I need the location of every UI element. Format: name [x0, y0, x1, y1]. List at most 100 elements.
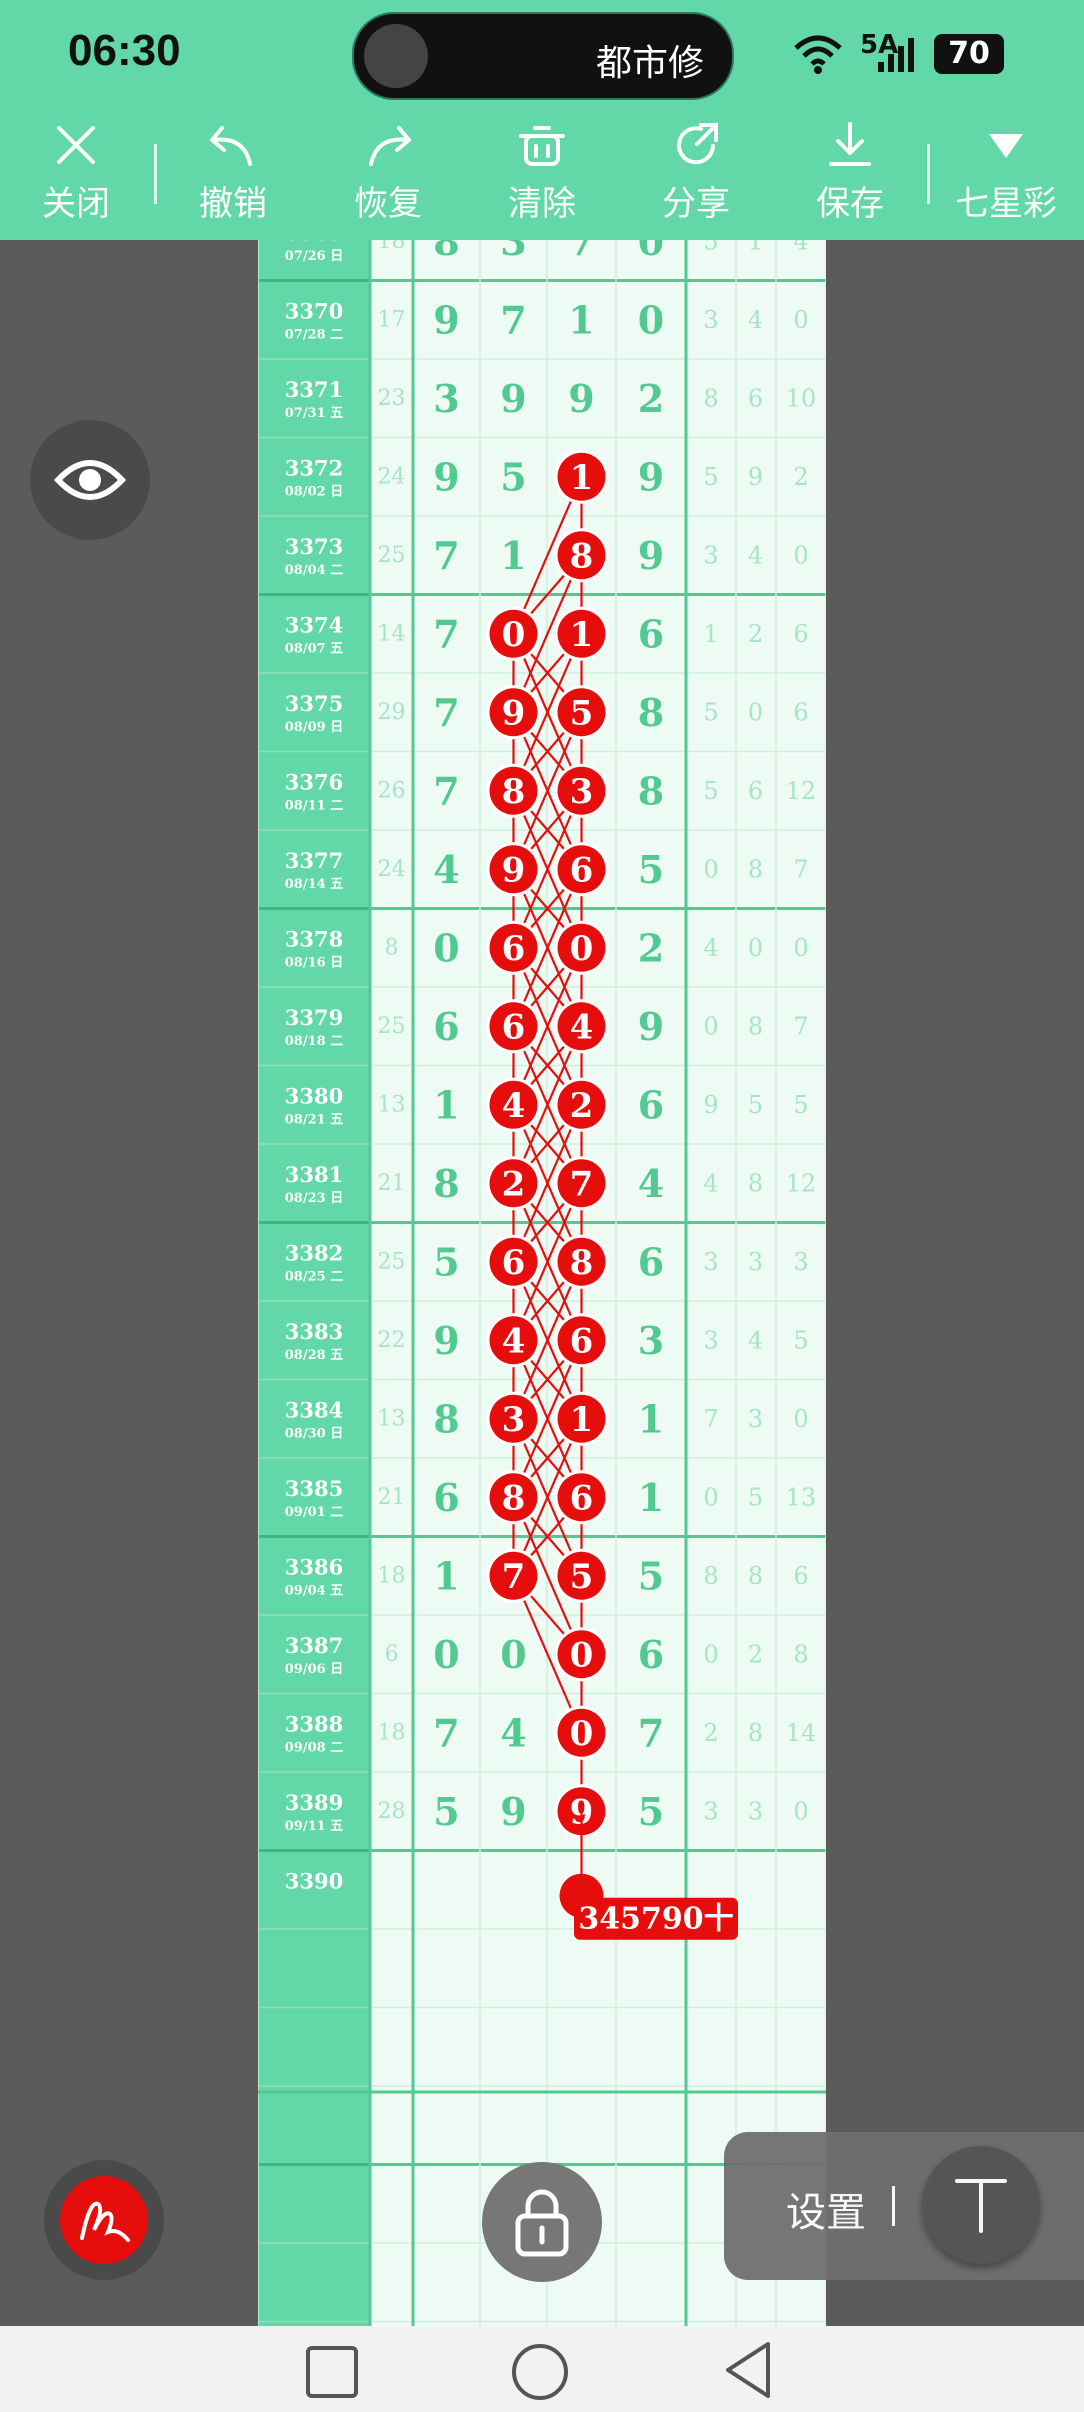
save-button[interactable]: 保存 [790, 110, 910, 240]
issue-number: 3375 [285, 691, 343, 716]
circled-digit: 2 [502, 1164, 526, 1204]
digit-cell: 9 [568, 376, 594, 421]
share-button[interactable]: 分享 [636, 110, 756, 240]
digit-cell: 7 [433, 533, 459, 578]
redo-button[interactable]: 恢复 [328, 110, 448, 240]
clear-button[interactable]: 清除 [482, 110, 602, 240]
issue-number: 3371 [285, 377, 343, 402]
lottery-trend-chart[interactable]: 336907/26 日188370514337007/28 二179710340… [258, 240, 826, 2326]
issue-date: 08/23 日 [285, 1191, 343, 1206]
sum-value: 22 [378, 1328, 406, 1353]
issue-date: 09/06 日 [285, 1662, 343, 1677]
digit-cell: 1 [568, 297, 594, 342]
extra-stat: 4 [748, 1326, 763, 1354]
triangle-down-icon [989, 134, 1023, 158]
circled-digit: 9 [502, 693, 526, 733]
settings-button[interactable]: 设置 [786, 2180, 866, 2238]
issue-date: 09/11 五 [285, 1819, 343, 1834]
digit-cell: 9 [500, 376, 526, 421]
eye-button[interactable] [30, 420, 150, 540]
sum-value: 14 [378, 621, 406, 646]
digit-cell: 9 [433, 1318, 459, 1363]
trend-grid[interactable]: 336907/26 日188370514337007/28 二179710340… [258, 240, 826, 2326]
digit-cell: 9 [500, 1789, 526, 1834]
digit-cell: 9 [638, 533, 664, 578]
issue-date: 08/04 二 [285, 563, 343, 578]
digit-cell: 5 [638, 1553, 664, 1598]
extra-stat: 5 [748, 1483, 763, 1511]
circled-digit: 8 [502, 1478, 526, 1518]
wifi-icon [794, 35, 842, 74]
extra-stat: 2 [748, 1640, 763, 1668]
extra-stat: 3 [748, 1405, 763, 1433]
lock-icon [515, 2189, 569, 2257]
extra-stat: 5 [703, 463, 718, 491]
sum-value: 17 [378, 307, 406, 332]
circled-digit: 6 [502, 929, 526, 969]
text-tool-button[interactable] [922, 2146, 1040, 2264]
extra-stat: 7 [793, 855, 808, 883]
extra-stat: 1 [703, 620, 718, 648]
sum-value: 23 [378, 386, 406, 411]
digit-cell: 4 [638, 1161, 664, 1206]
issue-number: 3374 [285, 612, 343, 637]
lottery-type-button[interactable]: 七星彩 [946, 110, 1066, 240]
digit-cell: 9 [638, 454, 664, 499]
extra-stat: 4 [703, 934, 718, 962]
digit-cell: 3 [433, 376, 459, 421]
issue-date: 07/26 日 [285, 249, 343, 264]
extra-stat: 14 [786, 1719, 817, 1747]
circled-digit: 2 [570, 1086, 594, 1126]
extra-stat: 5 [793, 1326, 808, 1354]
circled-digit: 1 [570, 458, 594, 498]
digit-cell: 6 [638, 1632, 664, 1677]
digit-cell: 6 [433, 1004, 459, 1049]
sum-value: 25 [378, 1014, 406, 1039]
settings-panel: 设置 [724, 2132, 1084, 2280]
digit-cell: 0 [433, 925, 459, 970]
digit-cell: 5 [433, 1239, 459, 1284]
digit-cell: 4 [433, 847, 459, 892]
home-icon[interactable] [510, 2342, 570, 2402]
sum-value: 21 [378, 1485, 406, 1510]
undo-button[interactable]: 撤销 [173, 110, 293, 240]
pen-button[interactable] [44, 2160, 164, 2280]
digit-cell: 7 [638, 1710, 664, 1755]
issue-date: 08/11 二 [285, 798, 343, 813]
issue-date: 08/02 日 [285, 484, 343, 499]
extra-stat: 6 [793, 698, 808, 726]
issue-number: 3380 [285, 1083, 343, 1108]
extra-stat: 2 [748, 620, 763, 648]
undo-icon [210, 126, 252, 166]
extra-stat: 4 [748, 306, 763, 334]
extra-stat: 0 [793, 541, 808, 569]
recent-apps-icon[interactable] [304, 2344, 360, 2400]
extra-stat: 3 [748, 1248, 763, 1276]
circled-digit: 6 [502, 1007, 526, 1047]
extra-stat: 8 [793, 1640, 808, 1668]
circled-digit: 6 [570, 1321, 594, 1361]
digit-cell: 0 [500, 1632, 526, 1677]
close-button[interactable]: 关闭 [16, 110, 136, 240]
issue-date: 08/21 五 [285, 1112, 343, 1127]
lock-button[interactable] [482, 2162, 602, 2282]
digit-cell: 8 [638, 690, 664, 735]
issue-number: 3385 [285, 1476, 343, 1501]
issue-number: 3378 [285, 926, 343, 951]
close-icon [57, 126, 95, 164]
extra-stat: 7 [703, 1405, 718, 1433]
extra-stat: 12 [786, 777, 817, 805]
extra-stat: 8 [748, 1012, 763, 1040]
back-icon[interactable] [720, 2340, 776, 2400]
extra-stat: 3 [703, 306, 718, 334]
extra-stat: 0 [793, 1405, 808, 1433]
extra-stat: 0 [703, 1012, 718, 1040]
circled-digit: 3 [570, 772, 594, 812]
media-pill[interactable]: 都市修 [352, 12, 734, 100]
digit-cell: 3 [638, 1318, 664, 1363]
extra-stat: 6 [793, 1562, 808, 1590]
digit-cell: 7 [568, 240, 594, 264]
extra-stat: 8 [703, 1562, 718, 1590]
issue-date: 08/25 二 [285, 1269, 343, 1284]
extra-stat: 4 [793, 240, 808, 255]
